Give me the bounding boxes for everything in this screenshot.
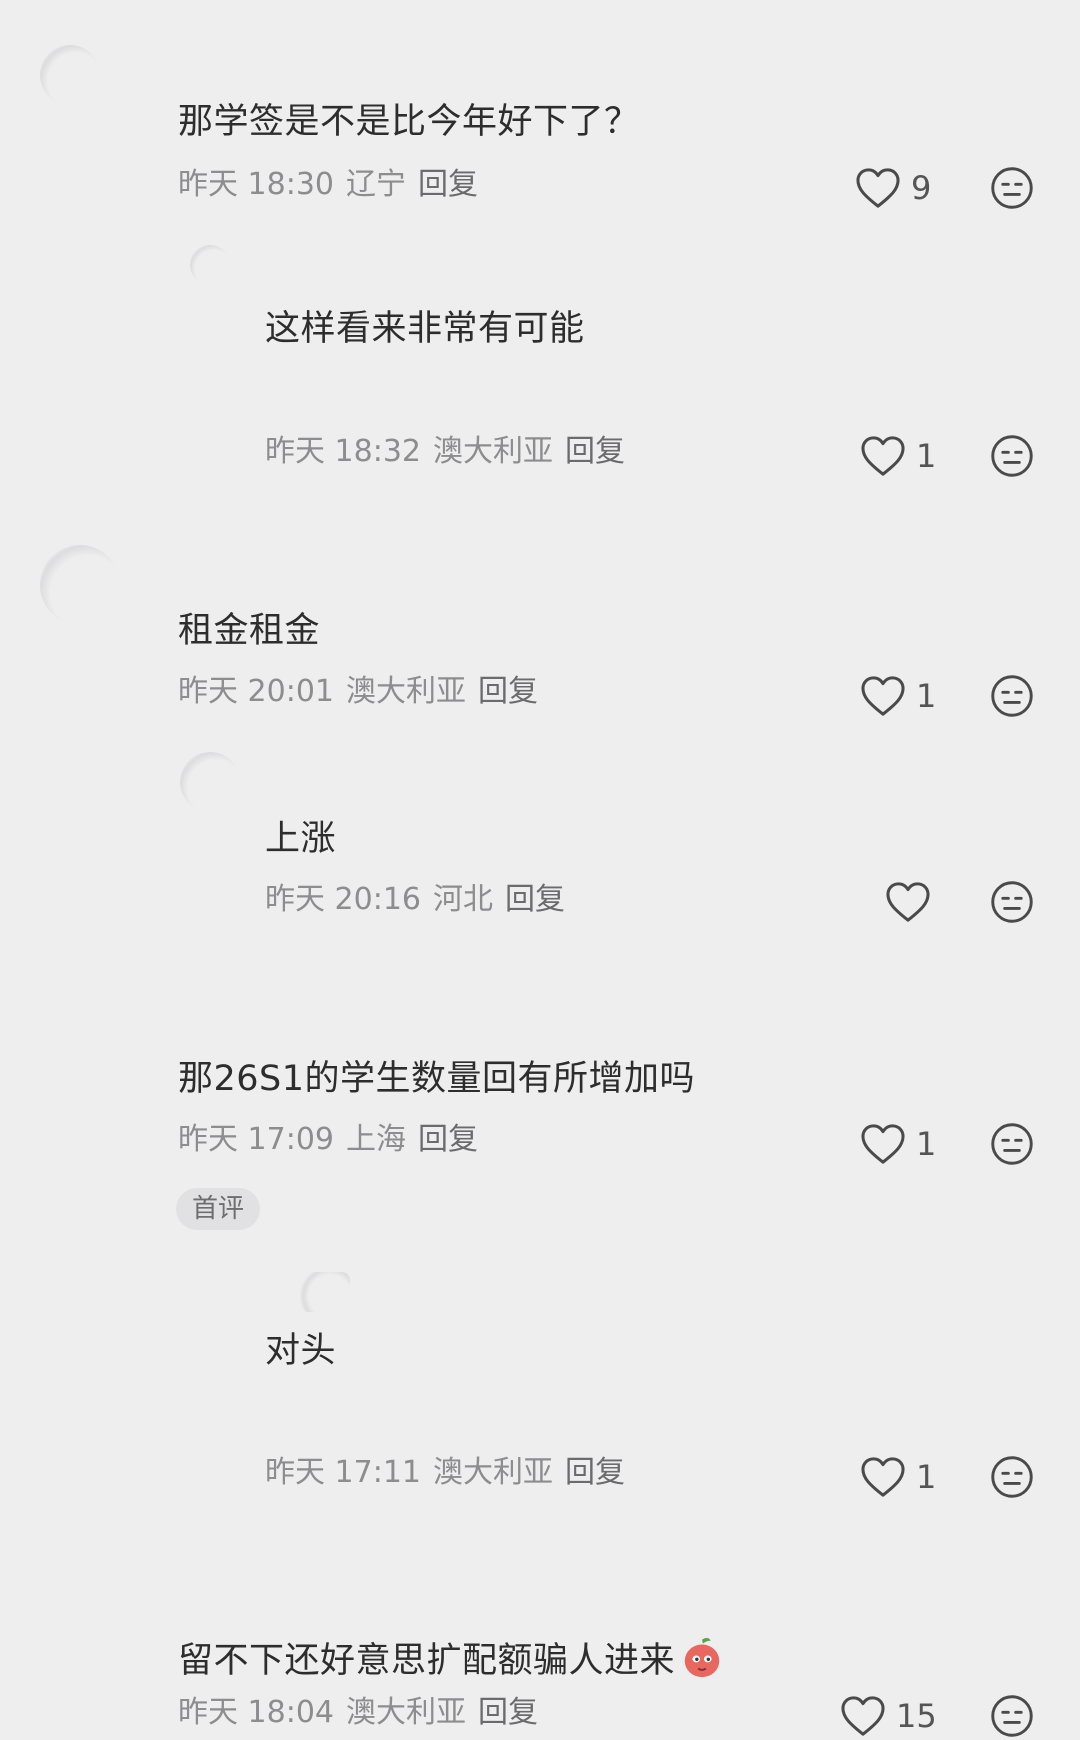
reply-button[interactable]: 回复 (418, 1122, 478, 1157)
comment-meta: 昨天 18:04 澳大利亚 回复 (178, 1698, 538, 1728)
meh-face-icon (991, 435, 1033, 477)
meh-face-icon (991, 1695, 1033, 1737)
comment-location: 澳大利亚 (433, 434, 553, 469)
comment-time: 昨天 20:01 (178, 674, 334, 709)
heart-outline-icon (861, 436, 905, 476)
comment-location: 上海 (346, 1122, 406, 1157)
like-button[interactable]: 15 (840, 1692, 937, 1740)
avatar[interactable] (40, 545, 120, 625)
like-count: 1 (916, 1125, 937, 1163)
comment-meta: 昨天 20:01 澳大利亚 回复 (178, 677, 538, 707)
like-count: 1 (916, 677, 937, 715)
avatar[interactable] (190, 245, 230, 285)
first-comment-badge: 首评 (176, 1188, 261, 1230)
avatar[interactable] (300, 1272, 350, 1312)
comment-text-body: 留不下还好意思扩配额骗人进来 (178, 1641, 676, 1681)
comment-location: 澳大利亚 (433, 1455, 553, 1490)
heart-outline-icon (886, 882, 930, 922)
dislike-button[interactable] (990, 1455, 1034, 1499)
like-button[interactable]: 9 (855, 164, 941, 212)
comment-time: 昨天 18:30 (178, 167, 334, 202)
comment-time: 昨天 18:32 (265, 434, 421, 469)
comment-location: 澳大利亚 (346, 674, 466, 709)
avatar[interactable] (40, 45, 100, 105)
comment-meta: 昨天 20:16 河北 回复 (265, 885, 565, 915)
dislike-button[interactable] (990, 1122, 1034, 1166)
dislike-button[interactable] (990, 674, 1034, 718)
heart-outline-icon (856, 168, 900, 208)
heart-outline-icon (861, 1457, 905, 1497)
like-count: 1 (916, 1458, 937, 1496)
comment-text: 这样看来非常有可能 (265, 309, 585, 349)
like-button[interactable]: 1 (860, 672, 946, 720)
comment-meta: 昨天 17:11 澳大利亚 回复 (265, 1458, 625, 1488)
reply-button[interactable]: 回复 (478, 1695, 538, 1730)
reply-button[interactable]: 回复 (505, 882, 565, 917)
comment-time: 昨天 17:09 (178, 1122, 334, 1157)
comment-time: 昨天 20:16 (265, 882, 421, 917)
comment-location: 河北 (433, 882, 493, 917)
comment-location: 辽宁 (346, 167, 406, 202)
reply-button[interactable]: 回复 (565, 434, 625, 469)
comment-meta: 昨天 18:32 澳大利亚 回复 (265, 437, 625, 467)
meh-face-icon (991, 1123, 1033, 1165)
comment-meta: 昨天 18:30 辽宁 回复 (178, 170, 478, 200)
comment-text: 那26S1的学生数量回有所增加吗 (178, 1059, 696, 1099)
meh-face-icon (991, 675, 1033, 717)
meh-face-icon (991, 167, 1033, 209)
comment-text: 租金租金 (178, 611, 321, 651)
reply-button[interactable]: 回复 (565, 1455, 625, 1490)
dislike-button[interactable] (990, 166, 1034, 210)
meh-face-icon (991, 881, 1033, 923)
comment-text: 那学签是不是比今年好下了？ (178, 102, 640, 142)
like-button[interactable] (885, 878, 971, 926)
heart-outline-icon (841, 1696, 885, 1736)
dislike-button[interactable] (990, 434, 1034, 478)
like-count: 1 (916, 437, 937, 475)
reply-button[interactable]: 回复 (478, 674, 538, 709)
dislike-button[interactable] (990, 1694, 1034, 1738)
like-button[interactable]: 1 (860, 1120, 946, 1168)
peach-emoji-icon (679, 1634, 725, 1680)
comment-time: 昨天 17:11 (265, 1455, 421, 1490)
comment-text: 上涨 (265, 819, 337, 859)
comment-time: 昨天 18:04 (178, 1695, 334, 1730)
comment-text: 留不下还好意思扩配额骗人进来 (178, 1634, 725, 1680)
comment-location: 澳大利亚 (346, 1695, 466, 1730)
like-count: 9 (911, 169, 932, 207)
dislike-button[interactable] (990, 880, 1034, 924)
avatar[interactable] (180, 752, 240, 812)
comment-list: 那学签是不是比今年好下了？ 昨天 18:30 辽宁 回复 9 这样看来非常有可能 昨… (0, 0, 1080, 1740)
like-button[interactable]: 1 (860, 1453, 946, 1501)
like-button[interactable]: 1 (860, 432, 946, 480)
like-count: 15 (896, 1697, 937, 1735)
comment-text: 对头 (265, 1331, 337, 1371)
reply-button[interactable]: 回复 (418, 167, 478, 202)
comment-meta: 昨天 17:09 上海 回复 (178, 1125, 478, 1155)
heart-outline-icon (861, 1124, 905, 1164)
meh-face-icon (991, 1456, 1033, 1498)
heart-outline-icon (861, 676, 905, 716)
